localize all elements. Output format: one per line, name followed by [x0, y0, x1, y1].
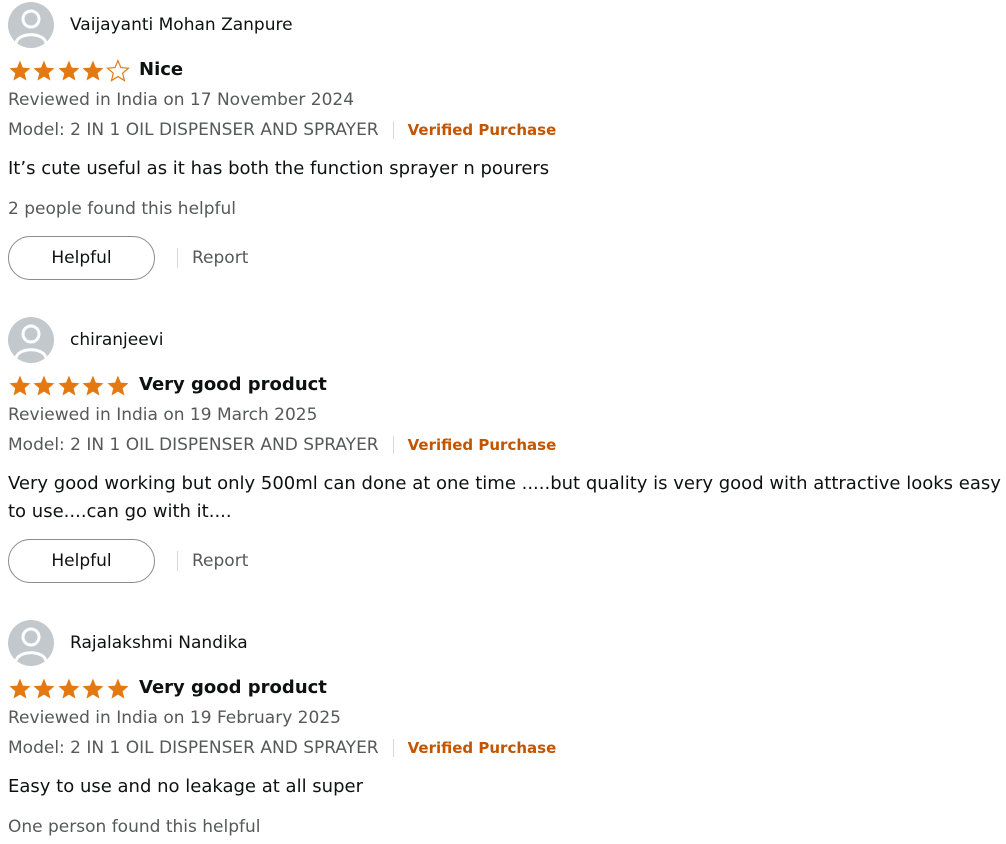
divider [177, 551, 178, 571]
star-filled-icon [33, 678, 55, 699]
model-variant[interactable]: Model: 2 IN 1 OIL DISPENSER AND SPRAYER [8, 434, 379, 456]
star-filled-icon [9, 678, 31, 699]
review-body: Very good working but only 500ml can don… [8, 473, 1001, 522]
review-body: Easy to use and no leakage at all super [8, 776, 363, 797]
star-rating[interactable] [8, 677, 130, 700]
divider [392, 739, 394, 757]
rating-row: Very good product [8, 373, 327, 397]
star-rating[interactable] [8, 58, 130, 82]
helpful-count: 2 people found this helpful [8, 199, 237, 219]
star-empty-icon [105, 58, 130, 82]
star-filled-icon [58, 678, 80, 699]
divider [392, 436, 394, 454]
verified-purchase-badge: Verified Purchase [407, 121, 557, 139]
verified-purchase-badge: Verified Purchase [407, 739, 557, 757]
star-filled-icon [82, 60, 104, 81]
reviewer-profile[interactable]: Vaijayanti Mohan Zanpure [8, 2, 293, 48]
star-filled-icon [82, 375, 104, 396]
avatar-icon [8, 620, 54, 666]
avatar-icon [8, 317, 54, 363]
divider [177, 248, 178, 268]
review-title[interactable]: Very good product [139, 677, 327, 699]
helpful-button[interactable]: Helpful [8, 236, 155, 280]
report-link[interactable]: Report [192, 248, 248, 268]
reviewer-profile[interactable]: Rajalakshmi Nandika [8, 620, 248, 666]
review-actions: Helpful Report [8, 539, 248, 583]
rating-row: Very good product [8, 676, 327, 700]
review-body: It’s cute useful as it has both the func… [8, 158, 550, 179]
verified-purchase-badge: Verified Purchase [407, 436, 557, 454]
star-filled-icon [33, 375, 55, 396]
review-date: Reviewed in India on 19 February 2025 [8, 708, 341, 728]
model-variant[interactable]: Model: 2 IN 1 OIL DISPENSER AND SPRAYER [8, 119, 379, 141]
review-actions: Helpful Report [8, 236, 248, 280]
reviewer-profile[interactable]: chiranjeevi [8, 317, 163, 363]
star-filled-icon [58, 375, 80, 396]
review-meta: Model: 2 IN 1 OIL DISPENSER AND SPRAYER … [8, 737, 556, 759]
review-title[interactable]: Nice [139, 59, 183, 81]
divider [392, 121, 394, 139]
review-meta: Model: 2 IN 1 OIL DISPENSER AND SPRAYER … [8, 119, 556, 141]
report-link[interactable]: Report [192, 551, 248, 571]
star-filled-icon [9, 375, 31, 396]
star-filled-icon [33, 60, 55, 81]
avatar-icon [8, 2, 54, 48]
reviewer-name[interactable]: Rajalakshmi Nandika [70, 633, 248, 653]
star-filled-icon [9, 60, 31, 81]
review-date: Reviewed in India on 19 March 2025 [8, 405, 318, 425]
rating-row: Nice [8, 58, 183, 82]
review-title[interactable]: Very good product [139, 374, 327, 396]
star-filled-icon [82, 678, 104, 699]
model-variant[interactable]: Model: 2 IN 1 OIL DISPENSER AND SPRAYER [8, 737, 379, 759]
reviewer-name[interactable]: Vaijayanti Mohan Zanpure [70, 15, 293, 35]
review-meta: Model: 2 IN 1 OIL DISPENSER AND SPRAYER … [8, 434, 556, 456]
reviewer-name[interactable]: chiranjeevi [70, 330, 163, 350]
star-rating[interactable] [8, 374, 130, 397]
star-filled-icon [107, 375, 129, 396]
helpful-button[interactable]: Helpful [8, 539, 155, 583]
star-filled-icon [58, 60, 80, 81]
review-date: Reviewed in India on 17 November 2024 [8, 90, 355, 110]
helpful-count: One person found this helpful [8, 817, 261, 837]
star-filled-icon [107, 678, 129, 699]
